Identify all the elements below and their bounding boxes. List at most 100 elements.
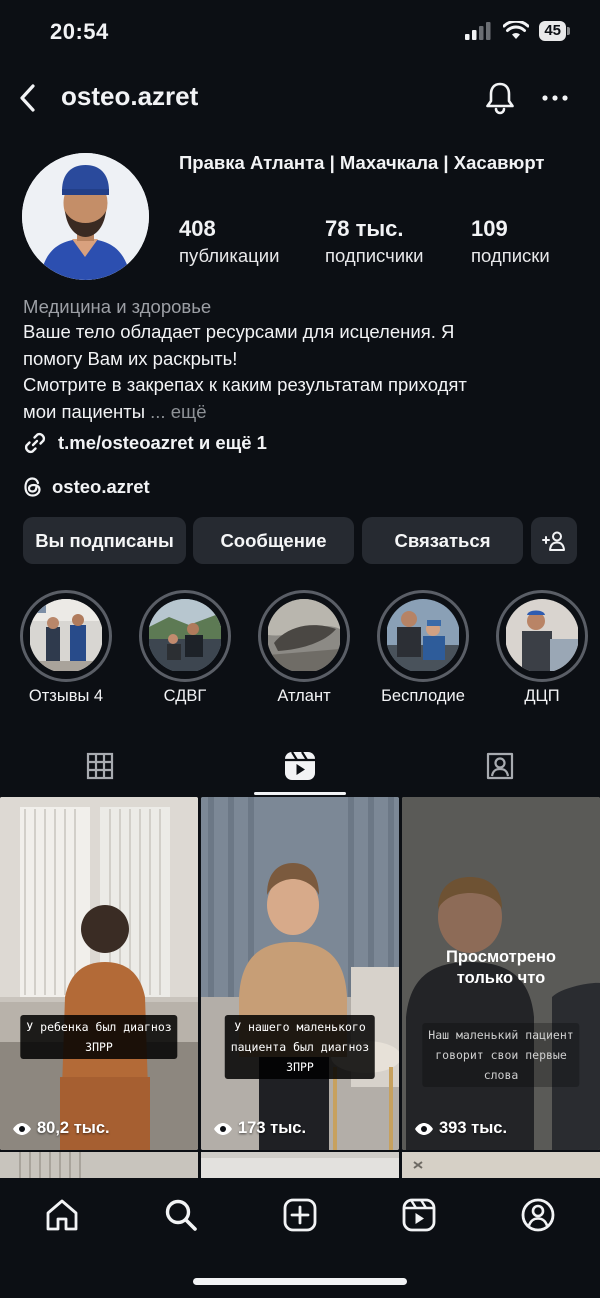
link-icon bbox=[24, 432, 46, 454]
notifications-button[interactable] bbox=[482, 78, 518, 116]
highlight-label: Бесплодие bbox=[381, 687, 465, 705]
status-time: 20:54 bbox=[50, 19, 109, 44]
home-icon bbox=[46, 1199, 78, 1231]
back-button[interactable] bbox=[14, 78, 44, 116]
profile-icon bbox=[521, 1198, 555, 1232]
avatar-photo bbox=[22, 153, 149, 280]
profile-category: Медицина и здоровье bbox=[23, 296, 212, 317]
bio-line: помогу Вам их раскрыть! bbox=[23, 347, 238, 369]
battery-icon: 45 bbox=[539, 21, 570, 41]
reel-caption: Наш маленький пациент говорит свои первы… bbox=[422, 1023, 580, 1087]
nav-search-button[interactable] bbox=[159, 1193, 203, 1237]
highlight-image bbox=[387, 599, 459, 671]
bio-line: Смотрите в закрепах к каким результатам … bbox=[23, 374, 467, 395]
highlight-label: СДВГ bbox=[163, 687, 207, 705]
status-icons: 45 bbox=[465, 21, 570, 41]
active-tab-indicator bbox=[254, 792, 346, 795]
reel-thumbnail bbox=[201, 797, 399, 1150]
more-horizontal-icon bbox=[542, 95, 568, 101]
nav-reels-button[interactable] bbox=[397, 1193, 441, 1237]
threads-badge[interactable]: osteo.azret bbox=[22, 475, 150, 499]
eye-icon bbox=[13, 1122, 31, 1135]
profile-avatar[interactable] bbox=[22, 153, 149, 280]
highlight-atlant[interactable]: Атлант bbox=[256, 590, 352, 706]
reel-thumbnail bbox=[201, 1152, 399, 1178]
bio-line: мои пациенты ... ещё bbox=[23, 400, 207, 422]
reel-view-count: 80,2 тыс. bbox=[12, 1119, 110, 1138]
reel-thumbnail bbox=[402, 1152, 600, 1178]
cellular-signal-icon bbox=[465, 22, 491, 40]
message-button[interactable]: Сообщение bbox=[193, 517, 354, 564]
highlight-image bbox=[149, 599, 221, 671]
chevron-left-icon bbox=[20, 84, 35, 112]
profile-display-name: Правка Атланта | Махачкала | Хасавюрт bbox=[179, 152, 545, 173]
highlight-reviews[interactable]: Отзывы 4 bbox=[18, 590, 114, 706]
eye-icon bbox=[415, 1122, 433, 1135]
nav-create-button[interactable] bbox=[278, 1193, 322, 1237]
tab-reels[interactable] bbox=[200, 740, 400, 792]
bio-more-link[interactable]: ... ещё bbox=[150, 401, 206, 422]
contact-button[interactable]: Связаться bbox=[362, 517, 523, 564]
profile-bio: Ваше тело обладает ресурсами для исцелен… bbox=[23, 319, 583, 425]
stat-posts[interactable]: 408 публикации bbox=[179, 215, 279, 269]
wifi-icon bbox=[503, 21, 530, 39]
threads-username: osteo.azret bbox=[52, 476, 150, 497]
highlight-infertility[interactable]: Бесплодие bbox=[375, 590, 471, 706]
reel-tile[interactable]: У ребенка был диагноз ЗПРР 80,2 тыс. bbox=[0, 797, 198, 1150]
more-options-button[interactable] bbox=[535, 78, 575, 116]
bio-line: Ваше тело обладает ресурсами для исцелен… bbox=[23, 321, 455, 342]
reel-view-count: 393 тыс. bbox=[414, 1119, 507, 1138]
suggest-accounts-button[interactable] bbox=[531, 517, 577, 564]
profile-link-text: t.me/osteoazret и ещё 1 bbox=[58, 432, 267, 453]
status-bar: 20:54 45 bbox=[0, 0, 600, 66]
stat-following-value: 109 bbox=[471, 216, 508, 241]
reels-icon bbox=[285, 751, 315, 780]
reel-seen-label: Просмотрено только что bbox=[445, 948, 556, 987]
battery-level: 45 bbox=[539, 21, 566, 41]
tagged-icon bbox=[486, 752, 514, 780]
reel-caption: У нашего маленького пациента был диагноз… bbox=[224, 1015, 376, 1079]
highlight-label: Атлант bbox=[277, 687, 331, 705]
tab-posts-grid[interactable] bbox=[0, 740, 200, 792]
add-person-icon bbox=[542, 531, 565, 551]
reel-tile[interactable]: Просмотрено только что Наш маленький пац… bbox=[402, 797, 600, 1150]
highlight-adhd[interactable]: СДВГ bbox=[137, 590, 233, 706]
stat-posts-label: публикации bbox=[179, 245, 280, 266]
highlight-image bbox=[268, 599, 340, 671]
reel-tile[interactable] bbox=[0, 1152, 198, 1178]
highlight-cerebral-palsy[interactable]: ДЦП bbox=[494, 590, 590, 706]
stat-following[interactable]: 109 подписки bbox=[471, 215, 550, 269]
highlight-image bbox=[506, 599, 578, 671]
stat-followers-label: подписчики bbox=[325, 245, 424, 266]
reels-icon bbox=[402, 1198, 436, 1232]
reel-caption: У ребенка был диагноз ЗПРР bbox=[20, 1015, 178, 1059]
reel-thumbnail bbox=[0, 1152, 198, 1178]
reel-tile[interactable] bbox=[402, 1152, 600, 1178]
highlight-label: ДЦП bbox=[524, 687, 560, 705]
reel-view-count: 173 тыс. bbox=[213, 1119, 306, 1138]
stat-posts-value: 408 bbox=[179, 216, 216, 241]
search-icon bbox=[165, 1199, 197, 1231]
stat-followers[interactable]: 78 тыс. подписчики bbox=[325, 215, 424, 269]
following-button[interactable]: Вы подписаны bbox=[23, 517, 186, 564]
home-indicator bbox=[193, 1278, 407, 1285]
eye-icon bbox=[214, 1122, 232, 1135]
bottom-navigation bbox=[0, 1178, 600, 1298]
create-icon bbox=[283, 1198, 317, 1232]
stat-followers-value: 78 тыс. bbox=[325, 216, 404, 241]
reel-tile[interactable]: У нашего маленького пациента был диагноз… bbox=[201, 797, 399, 1150]
reel-thumbnail bbox=[0, 797, 198, 1150]
nav-home-button[interactable] bbox=[40, 1193, 84, 1237]
reel-tile[interactable] bbox=[201, 1152, 399, 1178]
highlight-label: Отзывы 4 bbox=[28, 687, 104, 705]
threads-icon bbox=[24, 477, 41, 497]
profile-header: osteo.azret bbox=[0, 74, 600, 120]
profile-username: osteo.azret bbox=[61, 81, 199, 111]
nav-profile-button[interactable] bbox=[516, 1193, 560, 1237]
stat-following-label: подписки bbox=[471, 245, 550, 266]
profile-link[interactable]: t.me/osteoazret и ещё 1 bbox=[22, 430, 267, 456]
highlight-image bbox=[30, 599, 102, 671]
tab-tagged[interactable] bbox=[400, 740, 600, 792]
bell-icon bbox=[486, 82, 514, 115]
grid-icon bbox=[86, 752, 114, 780]
